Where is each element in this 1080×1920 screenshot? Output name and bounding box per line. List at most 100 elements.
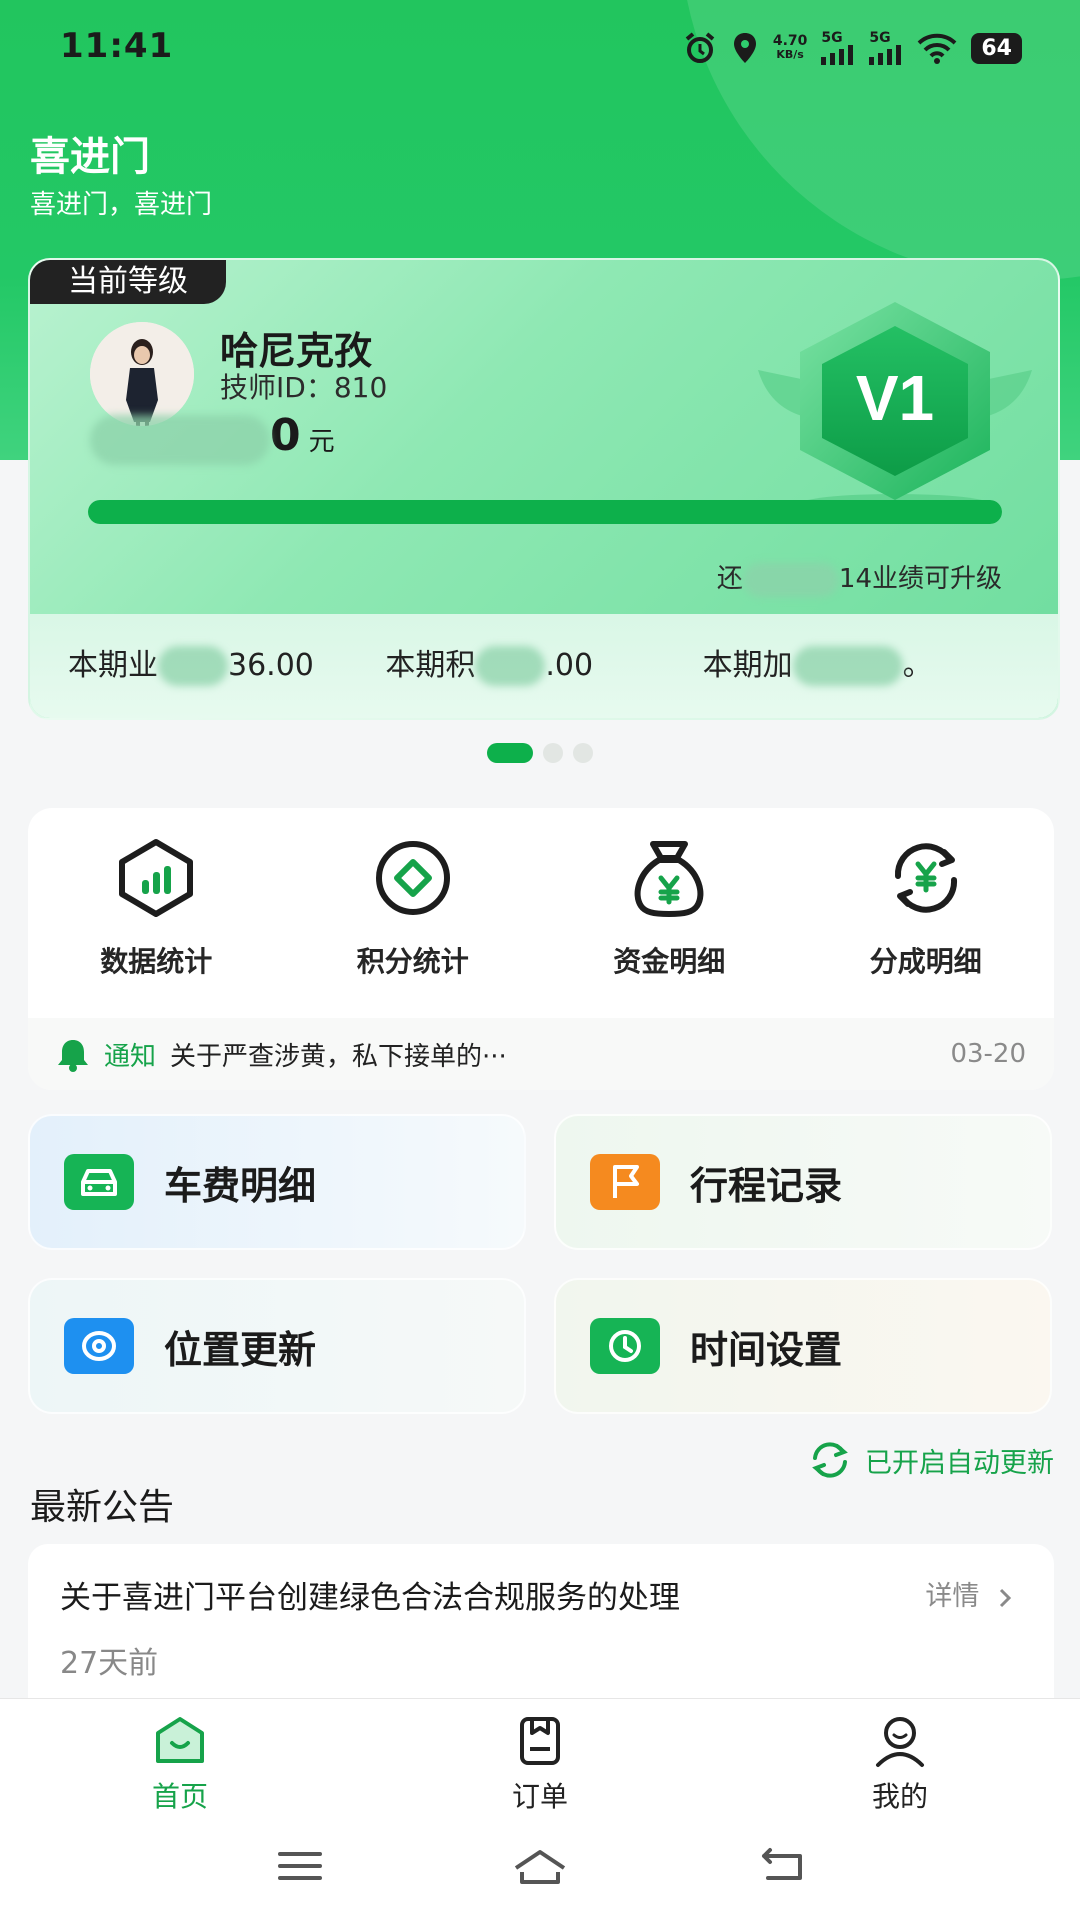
nav-label: 我的 xyxy=(871,1780,928,1813)
redacted-value xyxy=(158,646,228,686)
announcement-time: 27天前 xyxy=(60,1646,159,1681)
refresh-icon xyxy=(812,1442,848,1478)
nav-home[interactable]: 首页 xyxy=(0,1699,360,1822)
period-points-label: 本期积 xyxy=(385,647,476,683)
tile-label: 行程记录 xyxy=(690,1163,843,1208)
signal-sim2: 5G xyxy=(869,31,903,65)
signal-icon xyxy=(869,45,902,65)
tile-label: 车费明细 xyxy=(164,1163,317,1208)
nav-label: 订单 xyxy=(511,1780,568,1813)
signal-icon xyxy=(821,45,854,65)
notice-date: 03-20 xyxy=(950,1039,1026,1069)
nav-label: 首页 xyxy=(151,1780,208,1813)
tool-label: 资金明细 xyxy=(613,945,726,978)
announcement-item[interactable]: 关于喜进门平台创建绿色合法合规服务的处理 详情 27天前 xyxy=(28,1544,1054,1704)
tile-label: 时间设置 xyxy=(690,1327,843,1372)
period-bonus-label: 本期加 xyxy=(702,647,793,683)
period-performance-label: 本期业 xyxy=(68,647,158,683)
period-performance: 本期业 36.00 xyxy=(68,640,385,686)
redacted-upgrade-value xyxy=(742,562,839,597)
tool-revenue-share[interactable]: 分成明细 xyxy=(798,832,1055,980)
period-points-value: .00 xyxy=(545,647,594,683)
auto-update-label: 已开启自动更新 xyxy=(865,1447,1054,1479)
tool-label: 分成明细 xyxy=(869,945,982,978)
alarm-icon xyxy=(685,32,715,63)
revenue-share-icon xyxy=(894,843,957,913)
tool-money-detail[interactable]: 资金明细 xyxy=(541,832,798,980)
quick-tools-card: 数据统计 积分统计 资金明细 分成明细 通知 关于严查涉黄，私下接单的··· 0… xyxy=(28,808,1054,1090)
carousel-dot-3[interactable] xyxy=(573,743,593,763)
auto-update-toggle[interactable]: 已开启自动更新 xyxy=(807,1440,1054,1480)
upgrade-hint: 还 14业绩可升级 xyxy=(717,558,1002,597)
carousel-dot-2[interactable] xyxy=(543,743,563,763)
tool-data-stats[interactable]: 数据统计 xyxy=(28,832,285,980)
tile-trip-record[interactable]: 行程记录 xyxy=(554,1114,1052,1250)
data-stats-icon xyxy=(119,839,194,917)
quick-tools-row: 数据统计 积分统计 资金明细 分成明细 xyxy=(28,832,1054,980)
period-bonus: 本期加 。 xyxy=(702,640,1020,686)
level-badge-icon: V1 xyxy=(758,302,1032,514)
menu-icon[interactable] xyxy=(276,1846,324,1886)
period-performance-value: 36.00 xyxy=(228,647,314,683)
notice-tag: 通知 xyxy=(104,1041,157,1072)
redacted-amount xyxy=(90,415,270,465)
net-speed-unit: KB/s xyxy=(776,48,804,61)
upgrade-hint-prefix: 还 xyxy=(716,564,743,594)
orders-icon xyxy=(520,1717,560,1765)
carousel-indicator xyxy=(0,742,1080,764)
badge-level-text: V1 xyxy=(856,362,934,434)
bell-icon xyxy=(58,1040,88,1072)
clock-icon xyxy=(590,1318,660,1374)
level-card[interactable]: 当前等级 哈尼克孜 技师ID：810 0 元 V1 还 14业绩可升级 本期业 … xyxy=(28,258,1060,720)
period-stats: 本期业 36.00 本期积 .00 本期加 。 xyxy=(30,640,1058,686)
status-icons: 4.70 KB/s 5G 5G 64 xyxy=(683,28,1022,68)
sim1-label: 5G xyxy=(821,30,843,46)
detail-label: 详情 xyxy=(925,1581,980,1612)
amount-unit: 元 xyxy=(308,427,335,457)
system-navigation-bar xyxy=(0,1822,1080,1920)
home-button-icon[interactable] xyxy=(510,1846,570,1888)
performance-amount: 0 元 xyxy=(90,410,335,470)
tool-label: 数据统计 xyxy=(100,945,213,978)
app-subtitle: 喜进门，喜进门 xyxy=(30,190,213,220)
chevron-right-icon xyxy=(999,1588,1012,1607)
tile-label: 位置更新 xyxy=(164,1327,317,1372)
net-speed-value: 4.70 xyxy=(772,33,808,49)
points-stats-icon xyxy=(375,841,450,915)
home-icon xyxy=(156,1717,204,1763)
notice-text: 关于严查涉黄，私下接单的··· xyxy=(170,1041,507,1072)
tool-label: 积分统计 xyxy=(356,945,469,978)
period-points: 本期积 .00 xyxy=(385,640,702,686)
signal-sim1: 5G xyxy=(821,31,855,65)
nav-mine[interactable]: 我的 xyxy=(720,1699,1080,1822)
sim2-label: 5G xyxy=(869,30,891,46)
nav-orders[interactable]: 订单 xyxy=(360,1699,720,1822)
battery-indicator: 64 xyxy=(971,32,1022,64)
net-speed: 4.70 KB/s xyxy=(773,34,808,62)
location-icon xyxy=(64,1318,134,1374)
tile-time-settings[interactable]: 时间设置 xyxy=(554,1278,1052,1414)
location-pin-icon xyxy=(733,33,756,63)
tool-points-stats[interactable]: 积分统计 xyxy=(285,832,542,980)
tile-fare-detail[interactable]: 车费明细 xyxy=(28,1114,526,1250)
announcement-title: 关于喜进门平台创建绿色合法合规服务的处理 xyxy=(60,1580,680,1616)
redacted-value xyxy=(475,646,546,686)
technician-id: 技师ID：810 xyxy=(220,371,388,404)
period-bonus-value: 。 xyxy=(902,647,933,683)
redacted-value xyxy=(792,646,903,686)
back-icon[interactable] xyxy=(756,1846,808,1886)
notice-bar[interactable]: 通知 关于严查涉黄，私下接单的··· 03-20 xyxy=(28,1018,1054,1090)
carousel-dot-1[interactable] xyxy=(487,743,533,763)
upgrade-hint-suffix: 14业绩可升级 xyxy=(838,564,1002,594)
profile-icon xyxy=(876,1717,924,1767)
announcement-detail-link[interactable]: 详情 xyxy=(925,1574,1014,1613)
money-bag-icon xyxy=(634,841,704,917)
upgrade-progress-bar xyxy=(88,500,1002,524)
tile-location-update[interactable]: 位置更新 xyxy=(28,1278,526,1414)
announcements-title: 最新公告 xyxy=(30,1487,175,1528)
bottom-navigation: 首页 订单 我的 xyxy=(0,1698,1080,1822)
car-icon xyxy=(64,1154,134,1210)
upgrade-progress-fill xyxy=(88,500,1002,524)
amount-value: 0 xyxy=(270,410,301,461)
status-time: 11:41 xyxy=(60,26,174,66)
